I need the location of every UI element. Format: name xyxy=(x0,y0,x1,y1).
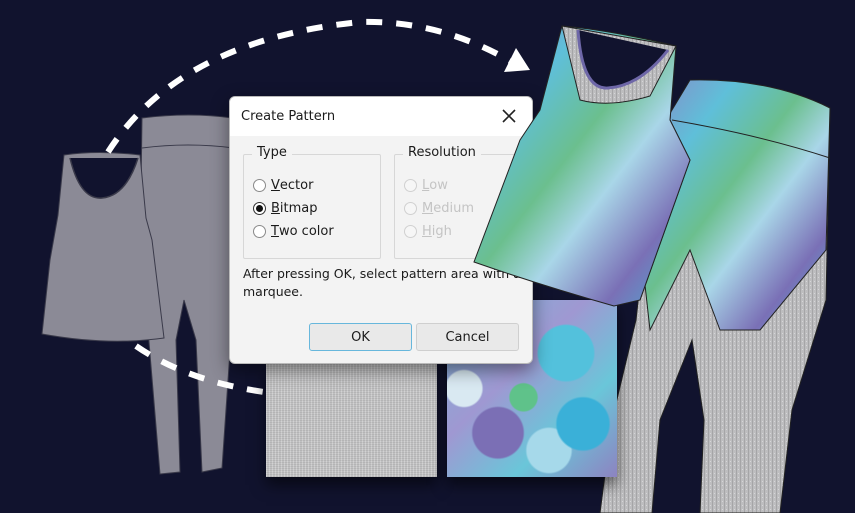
artwork-stage: Create Pattern Type Vector Bitmap Two co… xyxy=(0,0,855,513)
radio-medium: Medium xyxy=(404,201,474,216)
close-icon xyxy=(502,109,516,123)
radio-label: wo color xyxy=(278,224,334,239)
arrow-head xyxy=(504,48,530,72)
radio-label: ector xyxy=(279,178,314,193)
radio-label-accel: M xyxy=(422,201,434,216)
heather-gray-fabric-swatch xyxy=(266,364,437,477)
close-button[interactable] xyxy=(498,105,520,127)
radio-label-accel: V xyxy=(271,178,280,193)
radio-label-accel: B xyxy=(271,201,280,216)
instruction-text: After pressing OK, select pattern area w… xyxy=(243,266,521,299)
radio-label: edium xyxy=(433,201,474,216)
ok-button[interactable]: OK xyxy=(309,323,412,351)
dialog-titlebar: Create Pattern xyxy=(230,97,532,136)
radio-button-disabled xyxy=(404,225,417,238)
radio-button-disabled xyxy=(404,179,417,192)
dialog-title: Create Pattern xyxy=(241,109,336,124)
resolution-group-legend: Resolution xyxy=(403,145,481,160)
radio-button-disabled xyxy=(404,202,417,215)
radio-label: igh xyxy=(431,224,452,239)
radio-label: itmap xyxy=(279,201,318,216)
cancel-button[interactable]: Cancel xyxy=(416,323,519,351)
radio-two-color[interactable]: Two color xyxy=(253,224,334,239)
radio-vector[interactable]: Vector xyxy=(253,178,313,193)
radio-high: High xyxy=(404,224,452,239)
create-pattern-dialog: Create Pattern Type Vector Bitmap Two co… xyxy=(229,96,533,364)
type-group-legend: Type xyxy=(252,145,292,160)
radio-button[interactable] xyxy=(253,225,266,238)
radio-label-accel: T xyxy=(271,224,279,239)
type-group: Type Vector Bitmap Two color xyxy=(243,145,381,259)
radio-low: Low xyxy=(404,178,448,193)
radio-label-accel: L xyxy=(422,178,430,193)
radio-label-accel: H xyxy=(422,224,432,239)
radio-bitmap[interactable]: Bitmap xyxy=(253,201,318,216)
resolution-group: Resolution Low Medium High xyxy=(394,145,532,259)
radio-button-checked[interactable] xyxy=(253,202,266,215)
radio-button[interactable] xyxy=(253,179,266,192)
radio-label: ow xyxy=(429,178,448,193)
